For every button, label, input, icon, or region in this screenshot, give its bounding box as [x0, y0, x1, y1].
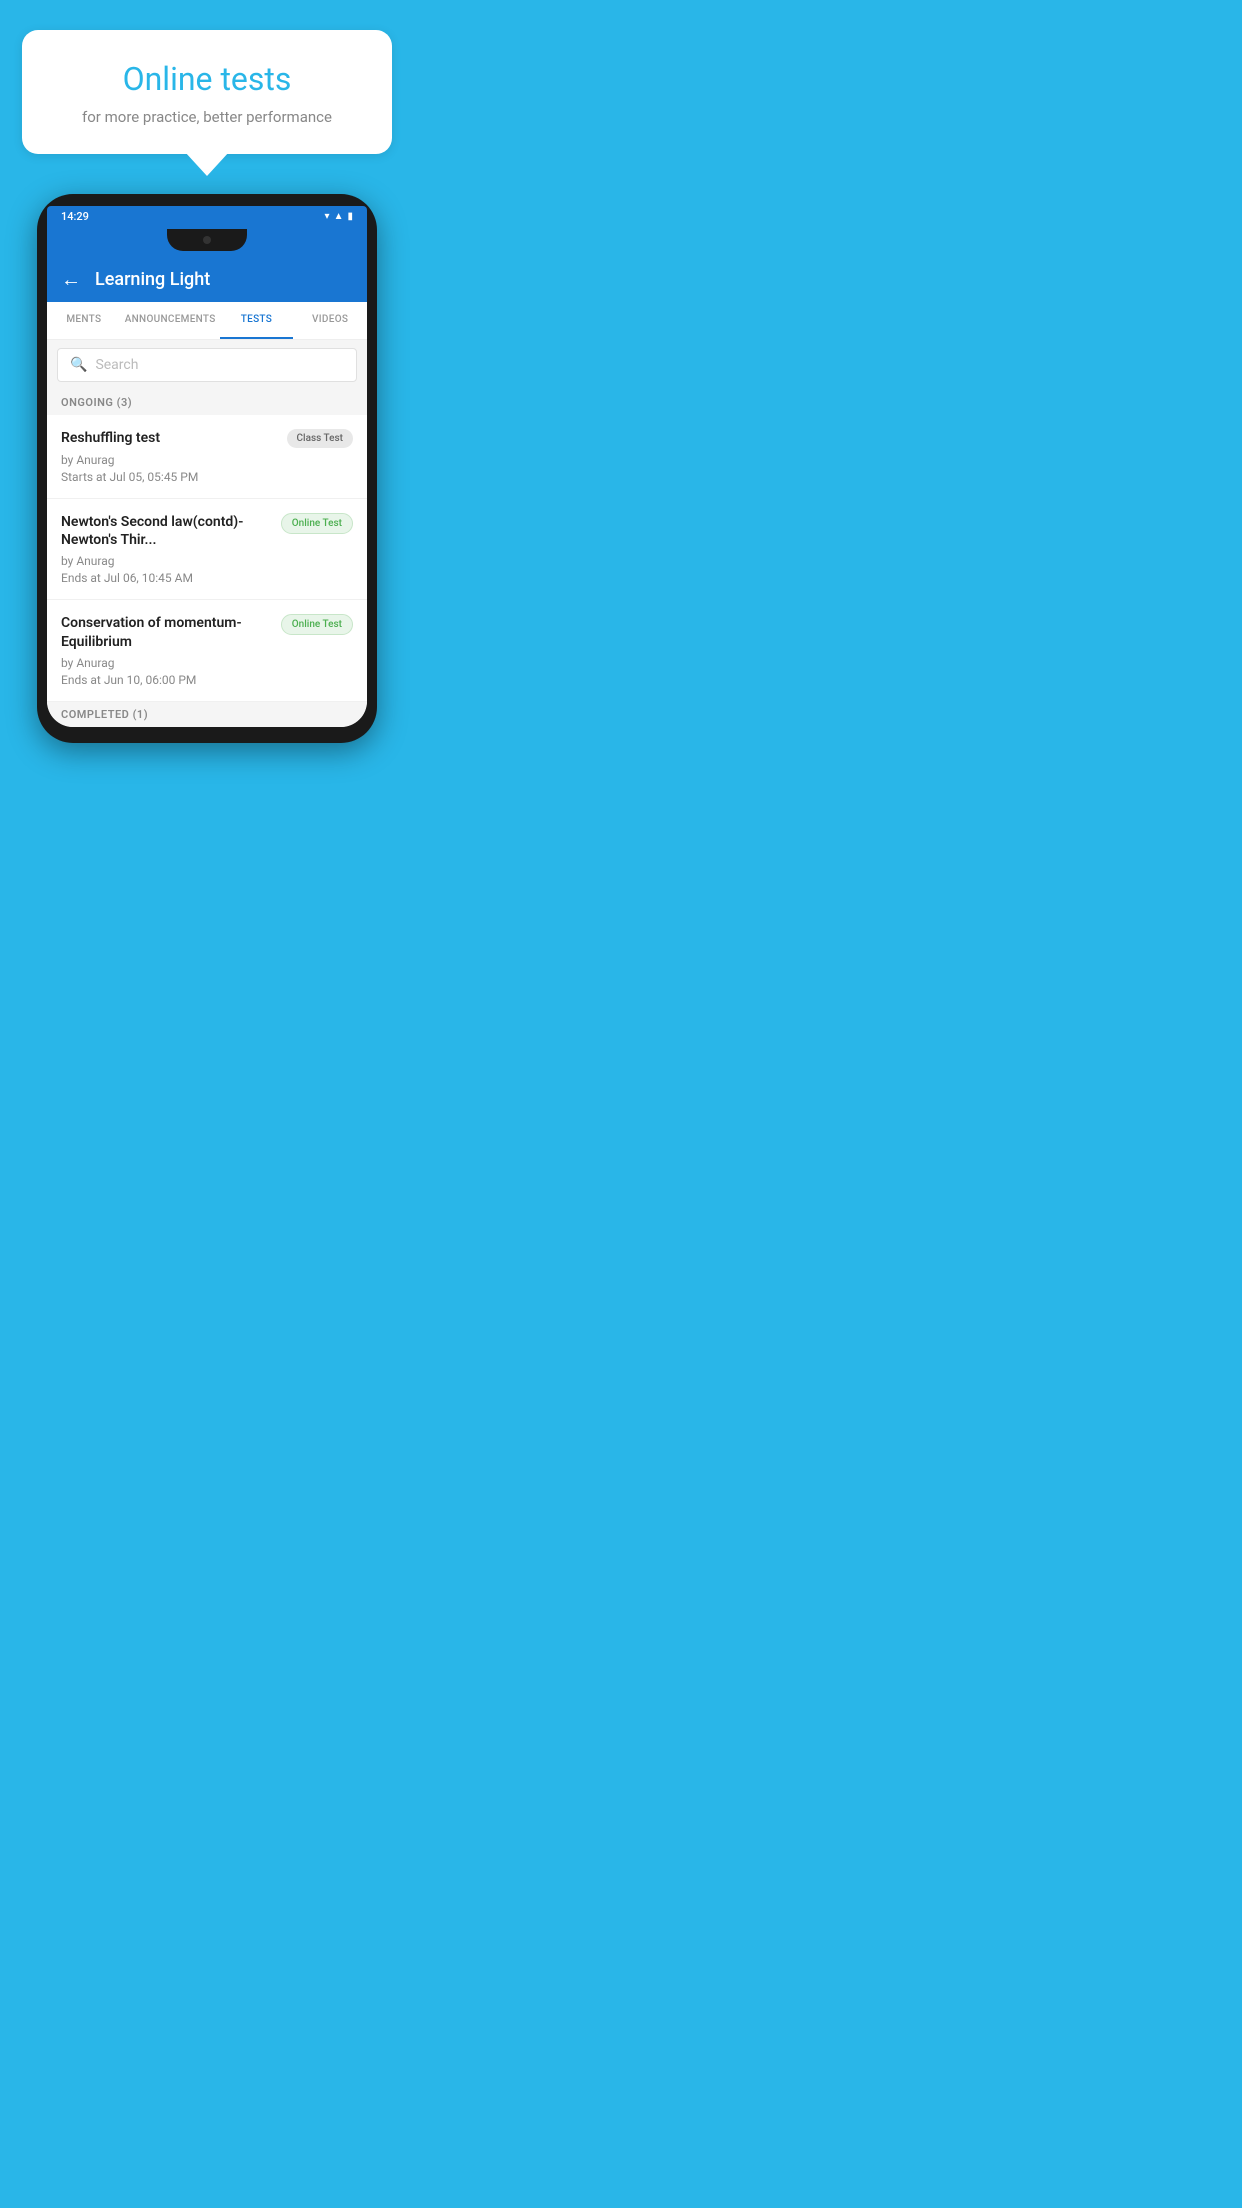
test-badge-3: Online Test	[281, 614, 353, 635]
speech-bubble: Online tests for more practice, better p…	[22, 30, 392, 154]
test-author-3: by Anurag	[61, 656, 353, 670]
notch-area	[47, 227, 367, 257]
test-title-3: Conservation of momentum-Equilibrium	[61, 614, 273, 650]
test-item-header-1: Reshuffling test Class Test	[61, 429, 353, 448]
app-bar: ← Learning Light	[47, 257, 367, 302]
app-title: Learning Light	[95, 269, 210, 290]
test-item-header-3: Conservation of momentum-Equilibrium Onl…	[61, 614, 353, 650]
tab-tests[interactable]: TESTS	[220, 302, 294, 339]
status-time: 14:29	[61, 210, 89, 223]
battery-icon: ▮	[347, 211, 353, 222]
test-author-2: by Anurag	[61, 554, 353, 568]
section-completed-header: COMPLETED (1)	[47, 702, 367, 727]
test-title-2: Newton's Second law(contd)-Newton's Thir…	[61, 513, 273, 549]
tab-videos[interactable]: VIDEOS	[293, 302, 367, 339]
phone-mockup: 14:29 ▾ ▲ ▮ ← Learning Light MENTS ANNOU…	[37, 194, 377, 743]
camera-dot	[203, 236, 211, 244]
bubble-subtitle: for more practice, better performance	[52, 108, 362, 126]
search-container: 🔍 Search	[47, 340, 367, 390]
test-date-2: Ends at Jul 06, 10:45 AM	[61, 571, 353, 585]
search-bar[interactable]: 🔍 Search	[57, 348, 357, 382]
back-button[interactable]: ←	[61, 267, 81, 292]
tab-announcements[interactable]: ANNOUNCEMENTS	[121, 302, 220, 339]
phone-screen: MENTS ANNOUNCEMENTS TESTS VIDEOS 🔍 Searc…	[47, 302, 367, 727]
test-item-reshuffling[interactable]: Reshuffling test Class Test by Anurag St…	[47, 415, 367, 499]
notch	[167, 229, 247, 251]
search-input[interactable]: Search	[95, 357, 138, 373]
test-item-newtons[interactable]: Newton's Second law(contd)-Newton's Thir…	[47, 499, 367, 600]
section-ongoing-header: ONGOING (3)	[47, 390, 367, 415]
status-bar: 14:29 ▾ ▲ ▮	[47, 206, 367, 227]
test-badge-2: Online Test	[281, 513, 353, 534]
test-date-3: Ends at Jun 10, 06:00 PM	[61, 673, 353, 687]
wifi-icon: ▾	[325, 211, 330, 222]
test-date-1: Starts at Jul 05, 05:45 PM	[61, 470, 353, 484]
test-title-1: Reshuffling test	[61, 429, 279, 447]
bubble-title: Online tests	[52, 60, 362, 98]
status-icons: ▾ ▲ ▮	[325, 211, 353, 222]
test-item-header-2: Newton's Second law(contd)-Newton's Thir…	[61, 513, 353, 549]
search-icon: 🔍	[70, 357, 87, 373]
tab-ments[interactable]: MENTS	[47, 302, 121, 339]
test-badge-1: Class Test	[287, 429, 353, 448]
test-author-1: by Anurag	[61, 453, 353, 467]
test-item-conservation[interactable]: Conservation of momentum-Equilibrium Onl…	[47, 600, 367, 701]
signal-icon: ▲	[334, 211, 344, 222]
tabs-bar: MENTS ANNOUNCEMENTS TESTS VIDEOS	[47, 302, 367, 340]
